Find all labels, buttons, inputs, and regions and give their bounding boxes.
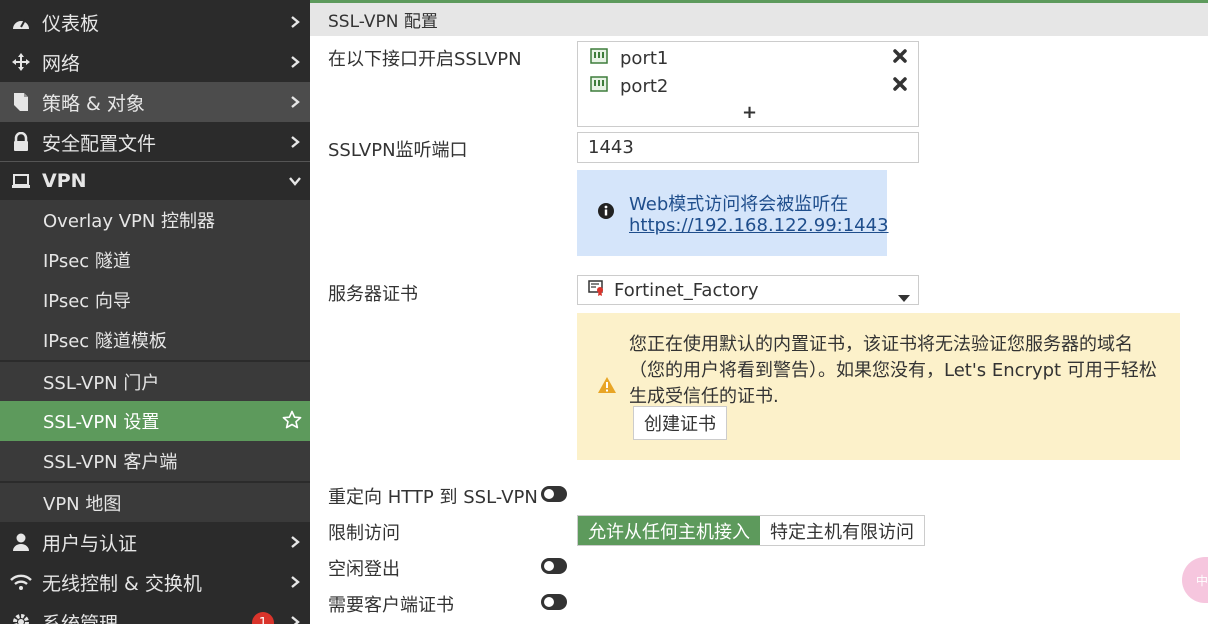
nav-system-label: 系统管理 [42,612,119,624]
info-text: Web模式访问将会被监听在 [629,194,849,215]
idle-logout-toggle[interactable] [541,558,567,574]
add-interface-button[interactable]: + [742,102,757,123]
create-certificate-button[interactable]: 创建证书 [633,406,727,440]
port-icon [590,75,608,97]
chevron-right-icon [280,95,310,109]
caret-down-icon [898,287,910,308]
chevron-right-icon [280,135,310,149]
chevron-right-icon [280,535,310,549]
warning-icon [597,376,617,399]
chevron-right-icon [280,55,310,69]
nav-wifi-switch[interactable]: 无线控制 & 交换机 [0,562,310,602]
interface-item: port1 [590,45,908,71]
nav-overlay-vpn[interactable]: Overlay VPN 控制器 [0,200,310,240]
allow-any-host-option[interactable]: 允许从任何主机接入 [578,516,760,545]
interfaces-list[interactable]: port1 port2 + [577,41,919,127]
info-link[interactable]: https://192.168.122.99:1443 [629,215,889,236]
info-message: Web模式访问将会被监听在 https://192.168.122.99:144… [577,170,889,256]
info-icon [597,202,615,225]
restrict-access-label: 限制访问 [328,523,400,544]
nav-sslvpn-clients[interactable]: SSL-VPN 客户端 [0,441,310,481]
nav-policy-objects-label: 策略 & 对象 [42,92,145,115]
nav-ipsec-templates[interactable]: IPsec 隧道模板 [0,320,310,360]
limit-specific-hosts-option[interactable]: 特定主机有限访问 [760,516,924,545]
laptop-icon [0,173,42,189]
chevron-right-icon [280,15,310,29]
interfaces-label: 在以下接口开启SSLVPN [328,49,522,70]
chevron-right-icon [280,575,310,589]
restrict-access-segmented: 允许从任何主机接入 特定主机有限访问 [577,515,925,546]
nav-vpn-map[interactable]: VPN 地图 [0,482,310,522]
gear-icon [0,612,42,624]
remove-icon[interactable] [892,48,908,69]
chevron-right-icon [280,615,310,624]
interface-item: port2 [590,73,908,99]
nav-ipsec-tunnels[interactable]: IPsec 隧道 [0,240,310,280]
section-header: SSL-VPN 配置 [310,3,1208,36]
server-cert-select[interactable]: Fortinet_Factory [577,275,919,305]
wifi-icon [0,573,42,591]
user-icon [0,532,42,552]
chevron-down-icon [280,176,310,186]
nav-vpn-label: VPN [42,170,87,192]
remove-icon[interactable] [892,76,908,97]
nav-user-auth-label: 用户与认证 [42,532,138,555]
listen-port-label: SSLVPN监听端口 [328,140,468,161]
listen-port-input[interactable] [577,132,919,163]
nav-sslvpn-settings[interactable]: SSL-VPN 设置 [0,401,310,441]
nav-network-label: 网络 [42,52,81,75]
dashboard-icon [0,13,42,31]
nav-dashboard-label: 仪表板 [42,12,100,35]
nav-policy-objects[interactable]: 策略 & 对象 [0,82,310,122]
interface-name: port1 [620,47,669,69]
interface-name: port2 [620,75,669,97]
certificate-icon [588,279,606,302]
section-title: SSL-VPN 配置 [328,12,438,32]
policy-document-icon [0,92,42,112]
require-client-cert-toggle[interactable] [541,594,567,610]
nav-ipsec-wizard[interactable]: IPsec 向导 [0,280,310,320]
port-icon [590,47,608,69]
nav-security-profiles-label: 安全配置文件 [42,132,157,155]
warning-message: 您正在使用默认的内置证书，该证书将无法验证您服务器的域名（您的用户将看到警告）。… [577,313,1180,460]
redirect-http-toggle[interactable] [541,486,567,502]
redirect-http-label: 重定向 HTTP 到 SSL-VPN [328,487,538,508]
star-icon[interactable] [282,410,302,435]
server-cert-label: 服务器证书 [328,284,418,305]
nav-sslvpn-settings-label: SSL-VPN 设置 [43,412,160,433]
nav-sslvpn-portals[interactable]: SSL-VPN 门户 [0,361,310,401]
nav-vpn[interactable]: VPN [0,161,310,201]
nav-security-profiles[interactable]: 安全配置文件 [0,122,310,162]
network-move-icon [0,52,42,72]
nav-network[interactable]: 网络 [0,42,310,82]
nav-user-auth[interactable]: 用户与认证 [0,522,310,562]
nav-dashboard[interactable]: 仪表板 [0,2,310,42]
idle-logout-label: 空闲登出 [328,559,400,580]
main-content: SSL-VPN 配置 在以下接口开启SSLVPN port1 port2 + S… [310,0,1208,624]
server-cert-value: Fortinet_Factory [614,279,759,301]
require-client-cert-label: 需要客户端证书 [328,595,454,616]
lock-icon [0,132,42,152]
warning-text: 您正在使用默认的内置证书，该证书将无法验证您服务器的域名（您的用户将看到警告）。… [629,334,1157,407]
sidebar: 仪表板 网络 策略 & 对象 安全配置文件 VPN Overlay VPN 控制… [0,0,310,624]
nav-wifi-switch-label: 无线控制 & 交换机 [42,572,202,595]
